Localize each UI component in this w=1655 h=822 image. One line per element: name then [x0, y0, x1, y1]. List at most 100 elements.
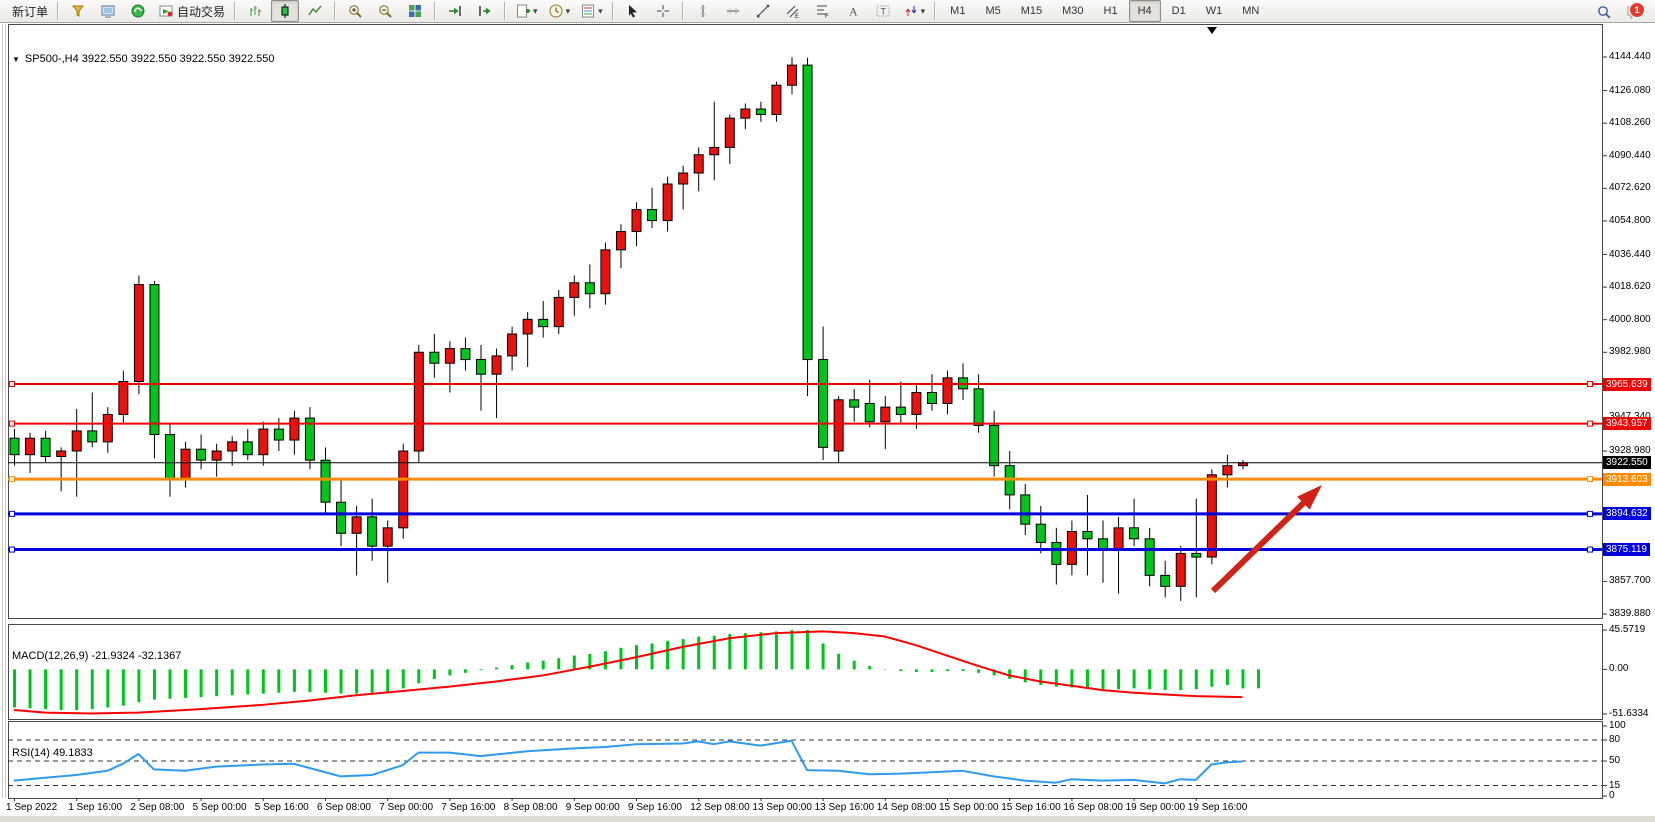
equidistant-channel-button[interactable]: E — [779, 0, 807, 22]
candle[interactable] — [1192, 553, 1201, 557]
timeframe-tf-H1-button[interactable]: H1 — [1095, 0, 1127, 22]
timeframe-tf-M15-button[interactable]: M15 — [1012, 0, 1051, 22]
candle[interactable] — [57, 451, 66, 456]
candle[interactable] — [492, 356, 501, 374]
timeframe-tf-MN-button[interactable]: MN — [1233, 0, 1268, 22]
cursor-button[interactable] — [619, 0, 647, 22]
candle[interactable] — [1021, 495, 1030, 524]
candle[interactable] — [601, 250, 610, 294]
auto-trading-button[interactable]: 自动交易 — [154, 0, 229, 22]
panel-splitter[interactable] — [8, 642, 1602, 646]
candle[interactable] — [850, 400, 859, 407]
chart-shift-button[interactable] — [471, 0, 499, 22]
candle[interactable] — [616, 232, 625, 250]
new-order-button[interactable]: 新订单 — [5, 0, 52, 22]
fibonacci-button[interactable]: F — [809, 0, 837, 22]
candle[interactable] — [321, 460, 330, 502]
candle[interactable] — [274, 429, 283, 440]
candle[interactable] — [539, 319, 548, 326]
candle[interactable] — [352, 517, 361, 533]
candle[interactable] — [632, 210, 641, 232]
auto-scroll-button[interactable] — [441, 0, 469, 22]
candle[interactable] — [990, 425, 999, 465]
candle[interactable] — [337, 502, 346, 533]
chart-shift-marker[interactable] — [1207, 27, 1217, 34]
text-label-button[interactable]: T — [869, 0, 897, 22]
candle[interactable] — [134, 285, 143, 382]
candle[interactable] — [166, 435, 175, 479]
periods-button[interactable]: ▾ — [544, 0, 575, 22]
candle[interactable] — [1176, 553, 1185, 586]
market-depth-button[interactable] — [64, 0, 92, 22]
templates-dropdown-icon[interactable]: ▾ — [598, 6, 603, 17]
timeframe-tf-M1-button[interactable]: M1 — [941, 0, 974, 22]
candle[interactable] — [881, 407, 890, 422]
zoom-in-button[interactable] — [341, 0, 369, 22]
candle[interactable] — [1114, 528, 1123, 550]
candle[interactable] — [103, 414, 112, 441]
candlestick-chart-button[interactable] — [271, 0, 299, 22]
candle[interactable] — [1207, 475, 1216, 557]
candle[interactable] — [41, 438, 50, 456]
crosshair-button[interactable] — [649, 0, 677, 22]
candle[interactable] — [570, 283, 579, 298]
trendline-button[interactable] — [749, 0, 777, 22]
candle[interactable] — [150, 285, 159, 435]
candle[interactable] — [788, 65, 797, 85]
search-button[interactable] — [1590, 1, 1618, 23]
candle[interactable] — [1130, 528, 1139, 539]
vertical-line-button[interactable] — [689, 0, 717, 22]
candle[interactable] — [88, 431, 97, 442]
candle[interactable] — [383, 528, 392, 546]
candle[interactable] — [803, 65, 812, 359]
candle[interactable] — [756, 109, 765, 114]
candle[interactable] — [1067, 531, 1076, 564]
candle[interactable] — [10, 438, 19, 454]
arrows-button[interactable]: ▾ — [899, 0, 930, 22]
indicators-dropdown-icon[interactable]: ▾ — [533, 6, 538, 17]
candle[interactable] — [741, 109, 750, 118]
terminal-button[interactable] — [94, 0, 122, 22]
candle[interactable] — [477, 360, 486, 375]
periods-dropdown-icon[interactable]: ▾ — [566, 6, 571, 17]
candle[interactable] — [819, 360, 828, 448]
candle[interactable] — [912, 392, 921, 414]
candle[interactable] — [585, 283, 594, 294]
candle[interactable] — [927, 392, 936, 403]
line-chart-button[interactable] — [301, 0, 329, 22]
panel-splitter[interactable] — [8, 741, 1602, 745]
candle[interactable] — [259, 429, 268, 455]
templates-button[interactable]: ▾ — [576, 0, 607, 22]
bar-chart-button[interactable] — [241, 0, 269, 22]
horizontal-line-button[interactable] — [719, 0, 747, 22]
chart-canvas[interactable] — [0, 24, 1655, 822]
candle[interactable] — [1036, 524, 1045, 542]
candle[interactable] — [445, 349, 454, 364]
candle[interactable] — [181, 449, 190, 478]
candle[interactable] — [648, 210, 657, 221]
candle[interactable] — [943, 378, 952, 404]
candle[interactable] — [1052, 542, 1061, 564]
collapse-ohlc-icon[interactable]: ▼ — [12, 55, 20, 64]
candle[interactable] — [430, 352, 439, 363]
candle[interactable] — [1145, 539, 1154, 576]
candle[interactable] — [72, 431, 81, 451]
arrows-dropdown-icon[interactable]: ▾ — [921, 6, 926, 17]
candle[interactable] — [243, 442, 252, 455]
timeframe-tf-M30-button[interactable]: M30 — [1053, 0, 1092, 22]
candle[interactable] — [896, 407, 905, 414]
candle[interactable] — [974, 389, 983, 426]
candle[interactable] — [710, 147, 719, 154]
candle[interactable] — [694, 155, 703, 173]
candle[interactable] — [26, 438, 35, 454]
indicators-button[interactable]: ▾ — [511, 0, 542, 22]
strategy-tester-button[interactable] — [124, 0, 152, 22]
candle[interactable] — [197, 449, 206, 460]
candle[interactable] — [368, 517, 377, 546]
candle[interactable] — [508, 334, 517, 356]
candle[interactable] — [461, 349, 470, 360]
tile-windows-button[interactable] — [401, 0, 429, 22]
candle[interactable] — [1223, 466, 1232, 475]
timeframe-tf-D1-button[interactable]: D1 — [1163, 0, 1195, 22]
candle[interactable] — [1161, 575, 1170, 586]
